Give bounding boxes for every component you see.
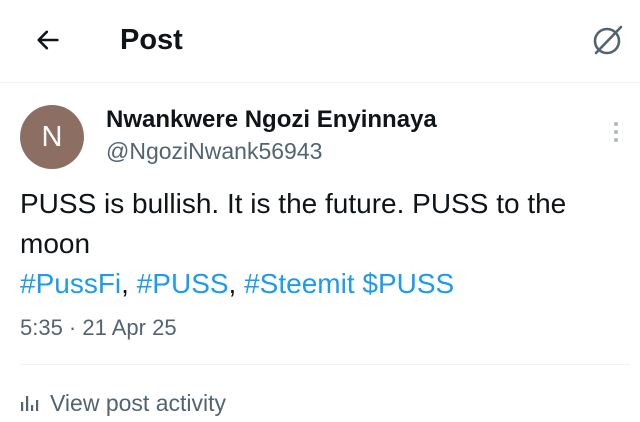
post-body: PUSS is bullish. It is the future. PUSS … (20, 184, 625, 304)
tag-separator: , (121, 268, 137, 299)
grok-button[interactable] (586, 20, 630, 60)
author-display-name[interactable]: Nwankwere Ngozi Enyinnaya (106, 105, 437, 135)
hashtag-link[interactable]: #PussFi (20, 268, 121, 299)
cashtag-link[interactable]: $PUSS (362, 268, 454, 299)
tag-separator: , (228, 268, 245, 299)
post-tags: #PussFi, #PUSS, #Steemit $PUSS (20, 264, 625, 304)
divider (20, 364, 630, 365)
post-timestamp[interactable]: 5:35 · 21 Apr 25 (20, 313, 177, 343)
more-options-button[interactable] (604, 112, 628, 152)
more-dot (614, 138, 618, 142)
bar-chart-icon (21, 396, 39, 411)
grok-icon (593, 25, 623, 55)
top-bar: Post (0, 0, 640, 83)
more-dot (614, 122, 618, 126)
view-post-activity-label: View post activity (50, 389, 226, 416)
view-post-activity-button[interactable]: View post activity (20, 386, 226, 420)
back-button[interactable] (28, 20, 68, 60)
hashtag-link[interactable]: #Steemit (244, 268, 355, 299)
arrow-left-icon (37, 30, 59, 50)
more-dot (614, 130, 618, 134)
hashtag-link[interactable]: #PUSS (137, 268, 229, 299)
page-title: Post (120, 24, 183, 56)
avatar[interactable]: N (20, 105, 84, 169)
author-handle[interactable]: @NgoziNwank56943 (106, 136, 322, 166)
post-text: PUSS is bullish. It is the future. PUSS … (20, 188, 567, 259)
